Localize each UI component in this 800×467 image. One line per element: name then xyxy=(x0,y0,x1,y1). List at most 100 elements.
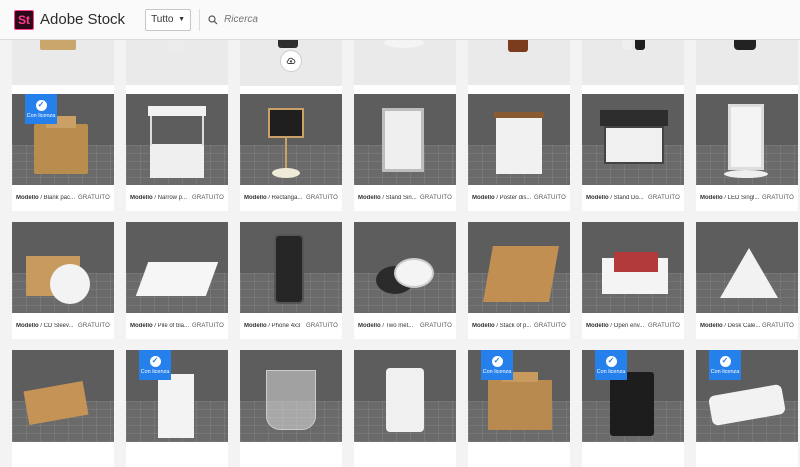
tile-thumbnail[interactable] xyxy=(468,94,570,186)
tile-title[interactable]: Modello / LED Singl... xyxy=(700,195,759,201)
result-tile[interactable]: Modello / Pile of bla... GRATUITO xyxy=(126,222,228,339)
result-tile[interactable]: ✓ Con licenza Modello / Blank pac... GRATUI… xyxy=(12,94,114,211)
tile-title[interactable]: Modello / Two met... xyxy=(358,323,413,329)
tile-title[interactable]: Modello / Narrow p... xyxy=(130,195,187,201)
checkmark-icon: ✓ xyxy=(491,355,503,367)
tile-thumbnail[interactable] xyxy=(468,222,570,314)
tile-category: Modello xyxy=(700,195,723,201)
tile-category: Modello xyxy=(472,195,495,201)
licensed-badge: ✓ Con licenza xyxy=(481,350,513,380)
tile-category: Modello xyxy=(130,195,153,201)
search-box[interactable] xyxy=(199,8,800,31)
tile-thumbnail[interactable] xyxy=(696,94,798,186)
result-tile[interactable]: Modello / Stand Do... GRATUITO xyxy=(582,94,684,211)
free-label: GRATUITO xyxy=(761,195,794,201)
brand-name[interactable]: Adobe Stock xyxy=(40,11,125,28)
tile-title[interactable]: Modello / Blank pac... xyxy=(16,195,75,201)
tile-name: / Open env... xyxy=(608,323,645,329)
tile-thumbnail[interactable] xyxy=(354,94,456,186)
result-tile[interactable]: Modello / Rectanga... GRATUITO xyxy=(240,94,342,211)
tile-thumbnail[interactable] xyxy=(240,350,342,442)
result-tile[interactable]: Modello / Narrow p... GRATUITO xyxy=(126,94,228,211)
tile-name: / Blank pac... xyxy=(38,195,76,201)
result-tile[interactable]: Modello / CD Sleev... GRATUITO xyxy=(12,222,114,339)
tile-title[interactable]: Modello / Stand Do... xyxy=(586,195,644,201)
checkmark-icon: ✓ xyxy=(149,355,161,367)
tile-title[interactable]: Modello / Open env... xyxy=(586,323,644,329)
result-tile[interactable]: ✓ Con licenza xyxy=(468,350,570,467)
licensed-badge: ✓ Con licenza xyxy=(595,350,627,380)
tile-caption: Modello / Rectanga... GRATUITO xyxy=(240,185,342,211)
checkmark-icon: ✓ xyxy=(35,99,47,111)
tile-name: / Poster dis... xyxy=(494,195,532,201)
tile-thumbnail[interactable] xyxy=(126,222,228,314)
licensed-badge-label: Con licenza xyxy=(710,368,740,375)
result-tile[interactable]: ✓ Con licenza xyxy=(582,350,684,467)
tile-name: / CD Sleev... xyxy=(38,323,74,329)
grid-floor xyxy=(240,144,342,186)
result-tile[interactable]: Modello / Desk Cale... GRATUITO xyxy=(696,222,798,339)
search-filter-value: Tutto xyxy=(151,14,174,25)
result-tile[interactable]: Modello / Open env... GRATUITO xyxy=(582,222,684,339)
tile-caption: Modello / Stand Sin... GRATUITO xyxy=(354,185,456,211)
tile-category: Modello xyxy=(358,195,381,201)
tile-category: Modello xyxy=(472,323,495,329)
tile-thumbnail[interactable] xyxy=(354,350,456,442)
result-tile[interactable]: Modello / Stand Sin... GRATUITO xyxy=(354,94,456,211)
tile-category: Modello xyxy=(244,323,267,329)
search-input[interactable] xyxy=(224,14,525,25)
tile-thumbnail[interactable] xyxy=(354,222,456,314)
tile-title[interactable]: Modello / Stand Sin... xyxy=(358,195,417,201)
tile-thumbnail[interactable] xyxy=(240,222,342,314)
result-tile[interactable]: Modello / Poster dis... GRATUITO xyxy=(468,94,570,211)
chevron-down-icon: ▼ xyxy=(178,16,186,23)
tile-caption: Modello / Blank pac... GRATUITO xyxy=(12,185,114,211)
tile-title[interactable]: Modello / Stack of p... xyxy=(472,323,531,329)
result-tile[interactable]: Modello / Two met... GRATUITO xyxy=(354,222,456,339)
tile-category: Modello xyxy=(130,323,153,329)
tile-title[interactable]: Modello / Pile of bla... xyxy=(130,323,189,329)
tile-thumbnail[interactable] xyxy=(240,94,342,186)
tile-title[interactable]: Modello / Desk Cale... xyxy=(700,323,760,329)
checkmark-icon: ✓ xyxy=(719,355,731,367)
tile-caption: Modello / Narrow p... GRATUITO xyxy=(126,185,228,211)
tile-category: Modello xyxy=(244,195,267,201)
result-tile[interactable]: Modello / LED Singl... GRATUITO xyxy=(696,94,798,211)
free-label: GRATUITO xyxy=(191,195,224,201)
tile-caption: Modello / Phone 4x3 GRATUITO xyxy=(240,313,342,339)
tile-thumbnail[interactable] xyxy=(126,94,228,186)
tile-thumbnail[interactable] xyxy=(696,222,798,314)
tile-title[interactable]: Modello / CD Sleev... xyxy=(16,323,74,329)
result-tile[interactable]: ✓ Con licenza xyxy=(696,350,798,467)
result-tile[interactable] xyxy=(354,350,456,467)
free-label: GRATUITO xyxy=(77,195,110,201)
licensed-badge-label: Con licenza xyxy=(140,368,170,375)
tile-title[interactable]: Modello / Rectanga... xyxy=(244,195,302,201)
tile-caption: Modello / Open env... GRATUITO xyxy=(582,313,684,339)
tile-caption: Modello / Desk Cale... GRATUITO xyxy=(696,313,798,339)
tile-name: / Desk Cale... xyxy=(722,323,761,329)
adobe-stock-logo[interactable]: St xyxy=(14,9,34,30)
result-tile[interactable]: ✓ Con licenza xyxy=(126,350,228,467)
upload-cloud-icon[interactable] xyxy=(280,50,302,72)
tile-category: Modello xyxy=(586,195,609,201)
tile-title[interactable]: Modello / Poster dis... xyxy=(472,195,531,201)
tile-name: / Rectanga... xyxy=(266,195,303,201)
tile-name: / Narrow p... xyxy=(152,195,188,201)
tile-name: / Stack of p... xyxy=(494,323,532,329)
tile-caption: Modello / Stand Do... GRATUITO xyxy=(582,185,684,211)
result-tile[interactable] xyxy=(240,350,342,467)
free-label: GRATUITO xyxy=(533,195,566,201)
tile-caption: Modello / Pile of bla... GRATUITO xyxy=(126,313,228,339)
tile-thumbnail[interactable] xyxy=(582,94,684,186)
result-tile[interactable]: Modello / Stack of p... GRATUITO xyxy=(468,222,570,339)
tile-name: / Stand Sin... xyxy=(380,195,417,201)
tile-thumbnail[interactable] xyxy=(12,350,114,442)
result-tile[interactable] xyxy=(12,350,114,467)
search-filter-select[interactable]: Tutto ▼ xyxy=(145,8,192,31)
tile-thumbnail[interactable] xyxy=(12,222,114,314)
result-tile[interactable]: Modello / Phone 4x3 GRATUITO xyxy=(240,222,342,339)
tile-thumbnail[interactable] xyxy=(582,222,684,314)
tile-title[interactable]: Modello / Phone 4x3 xyxy=(244,323,300,329)
licensed-badge: ✓ Con licenza xyxy=(139,350,171,380)
